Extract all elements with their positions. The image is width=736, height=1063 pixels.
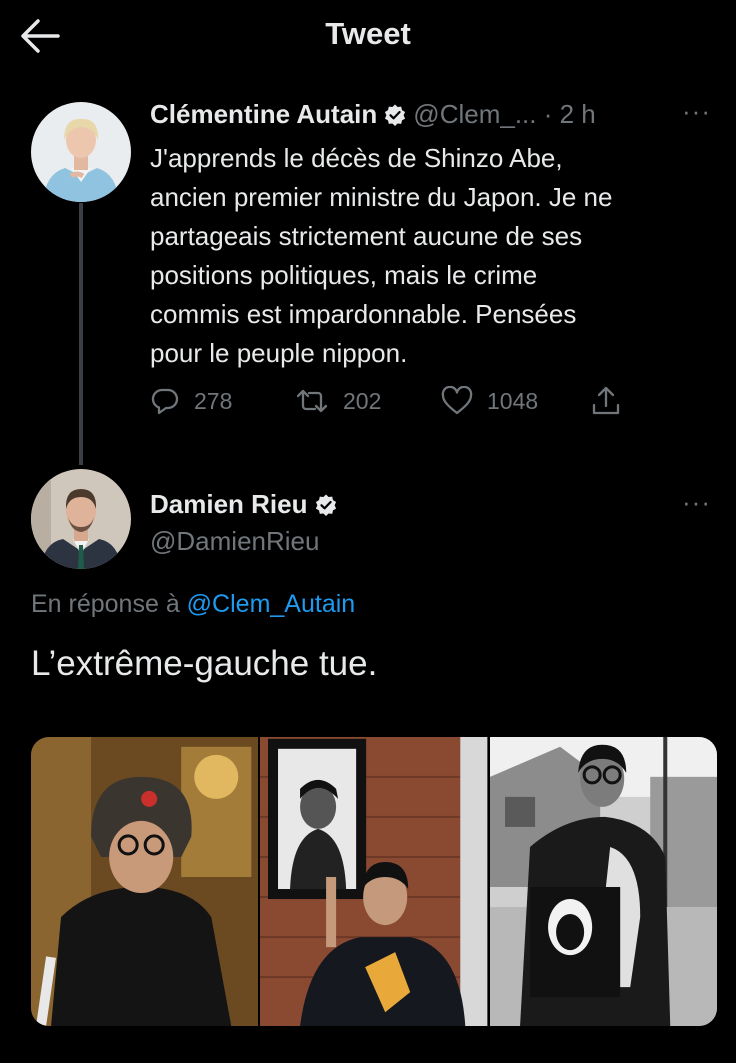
retweet-icon: [296, 389, 328, 413]
avatar-image: [31, 102, 131, 202]
reply-icon: [151, 388, 179, 415]
photo-1-image: [31, 737, 259, 1026]
retweet-count: 202: [343, 387, 382, 414]
more-icon[interactable]: ···: [682, 487, 711, 518]
page-title: Tweet: [325, 16, 411, 51]
retweet-button[interactable]: 202: [295, 386, 381, 416]
reply-prefix: En réponse à: [31, 590, 180, 618]
like-button[interactable]: 1048: [441, 386, 538, 416]
reply-button[interactable]: 278: [150, 386, 232, 416]
tweet1-header: Clémentine Autain @Clem_... · 2 h: [150, 99, 596, 134]
photo-2-image: [260, 737, 488, 1026]
thread-line: [79, 203, 83, 465]
avatar-clementine[interactable]: [31, 102, 131, 202]
tweet1-author-name[interactable]: Clémentine Autain: [150, 99, 377, 129]
reply-count: 278: [194, 387, 233, 414]
share-icon: [592, 386, 620, 415]
tweet1-text: J'apprends le décès de Shinzo Abe, ancie…: [150, 143, 613, 368]
avatar-damien[interactable]: [31, 469, 131, 569]
tweet2-handle[interactable]: @DamienRieu: [150, 526, 319, 557]
tweet2-text: L’extrême-gauche tue.: [31, 644, 378, 683]
like-icon: [441, 386, 473, 415]
avatar-image: [31, 469, 131, 569]
photo-2[interactable]: [260, 737, 488, 1026]
like-count: 1048: [487, 387, 539, 414]
tweet2-header: Damien Rieu: [150, 489, 344, 524]
photo-1[interactable]: [31, 737, 259, 1026]
media-grid: [31, 737, 717, 1026]
photo-3[interactable]: [489, 737, 717, 1026]
tweet2-author-name[interactable]: Damien Rieu: [150, 489, 308, 519]
share-button[interactable]: [590, 384, 622, 418]
reply-context: En réponse à @Clem_Autain: [31, 590, 355, 619]
photo-3-image: [489, 737, 717, 1026]
tweet1-handle[interactable]: @Clem_...: [413, 99, 536, 129]
more-icon[interactable]: ···: [682, 96, 711, 127]
verified-icon: [383, 103, 407, 134]
reply-to-link[interactable]: @Clem_Autain: [187, 590, 356, 618]
tweet1-time: · 2 h: [543, 99, 596, 129]
verified-icon: [314, 493, 338, 524]
